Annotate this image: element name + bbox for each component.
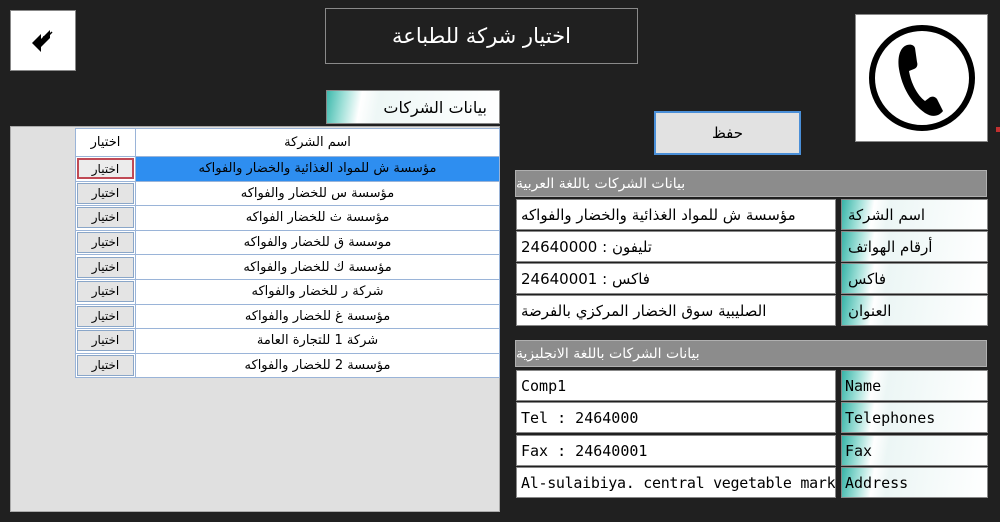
arabic-address-label: العنوان bbox=[841, 295, 988, 326]
english-section-header: بيانات الشركات باللغة الانجليزية bbox=[515, 340, 987, 367]
save-button[interactable]: حفظ bbox=[654, 111, 801, 155]
company-name-cell[interactable]: مؤسسة 2 للخضار والفواكه bbox=[135, 352, 500, 379]
select-button[interactable]: اختيار bbox=[77, 330, 134, 352]
select-button[interactable]: اختيار bbox=[77, 281, 134, 303]
english-phones-field[interactable]: Tel : 2464000 bbox=[516, 402, 836, 433]
arabic-address-field[interactable]: الصليبية سوق الخضار المركزي بالفرضة bbox=[516, 295, 836, 326]
english-address-label: Address bbox=[841, 467, 988, 498]
arabic-name-field[interactable]: مؤسسة ش للمواد الغذائية والخضار والفواكه bbox=[516, 199, 836, 230]
english-address-field[interactable]: Al-sulaibiya. central vegetable market bbox=[516, 467, 836, 498]
company-name-cell[interactable]: شركة 1 للتجارة العامة bbox=[135, 328, 500, 354]
column-header-name: اسم الشركة bbox=[135, 128, 500, 157]
arabic-fax-label: فاكس bbox=[841, 263, 988, 294]
company-name-cell[interactable]: مؤسسة س للخضار والفواكه bbox=[135, 180, 500, 207]
table-row[interactable]: اختيار موسسة ق للخضار والفواكه bbox=[75, 229, 500, 256]
english-phones-label: Telephones bbox=[841, 402, 988, 433]
back-button[interactable] bbox=[10, 10, 76, 71]
page-title: اختيار شركة للطباعة bbox=[325, 8, 638, 64]
table-row[interactable]: اختيار مؤسسة ك للخضار والفواكه bbox=[75, 254, 500, 280]
select-button[interactable]: اختيار bbox=[77, 305, 134, 327]
english-fax-label: Fax bbox=[841, 435, 988, 466]
edge-marker bbox=[996, 127, 1000, 132]
company-name-cell[interactable]: مؤسسة ك للخضار والفواكه bbox=[135, 254, 500, 280]
table-row[interactable]: اختيار مؤسسة غ للخضار والفواكه bbox=[75, 303, 500, 330]
arabic-phones-field[interactable]: تليفون : 24640000 bbox=[516, 231, 836, 262]
select-button[interactable]: اختيار bbox=[77, 232, 134, 254]
select-button[interactable]: اختيار bbox=[77, 355, 134, 377]
company-name-cell[interactable]: مؤسسة ش للمواد الغذائية والخضار والفواكه bbox=[135, 156, 500, 182]
english-fax-field[interactable]: Fax : 24640001 bbox=[516, 435, 836, 466]
table-row[interactable]: اختيار شركة 1 للتجارة العامة bbox=[75, 328, 500, 354]
phone-logo bbox=[855, 14, 988, 142]
english-name-label: Name bbox=[841, 370, 988, 401]
arabic-section-header: بيانات الشركات باللغة العربية bbox=[515, 170, 987, 197]
company-name-cell[interactable]: موسسة ق للخضار والفواكه bbox=[135, 229, 500, 256]
table-row[interactable]: اختيار مؤسسة س للخضار والفواكه bbox=[75, 180, 500, 207]
table-row[interactable]: اختيار شركة ر للخضار والفواكه bbox=[75, 278, 500, 305]
english-name-field[interactable]: Comp1 bbox=[516, 370, 836, 401]
company-name-cell[interactable]: مؤسسة غ للخضار والفواكه bbox=[135, 303, 500, 330]
table-row[interactable]: اختيار مؤسسة 2 للخضار والفواكه bbox=[75, 352, 500, 379]
arabic-phones-label: أرقام الهواتف bbox=[841, 231, 988, 262]
select-button[interactable]: اختيار bbox=[77, 256, 134, 278]
companies-panel: اختيار اسم الشركة اختيار مؤسسة ش للمواد … bbox=[10, 126, 500, 512]
companies-tab[interactable]: بيانات الشركات bbox=[326, 90, 500, 124]
select-button[interactable]: اختيار bbox=[77, 158, 134, 180]
select-button[interactable]: اختيار bbox=[77, 182, 134, 204]
grid-header-row: اختيار اسم الشركة bbox=[75, 128, 500, 157]
select-button[interactable]: اختيار bbox=[77, 207, 134, 229]
column-header-select: اختيار bbox=[75, 128, 136, 157]
back-arrow-icon bbox=[32, 29, 53, 52]
table-row[interactable]: اختيار مؤسسة ش للمواد الغذائية والخضار و… bbox=[75, 156, 500, 182]
arabic-name-label: اسم الشركة bbox=[841, 199, 988, 230]
companies-grid: اختيار اسم الشركة اختيار مؤسسة ش للمواد … bbox=[75, 128, 500, 379]
arabic-fax-field[interactable]: فاكس : 24640001 bbox=[516, 263, 836, 294]
table-row[interactable]: اختيار مؤسسة ث للخضار الفواكه bbox=[75, 205, 500, 231]
phone-icon bbox=[868, 25, 975, 131]
company-name-cell[interactable]: مؤسسة ث للخضار الفواكه bbox=[135, 205, 500, 231]
company-name-cell[interactable]: شركة ر للخضار والفواكه bbox=[135, 278, 500, 305]
